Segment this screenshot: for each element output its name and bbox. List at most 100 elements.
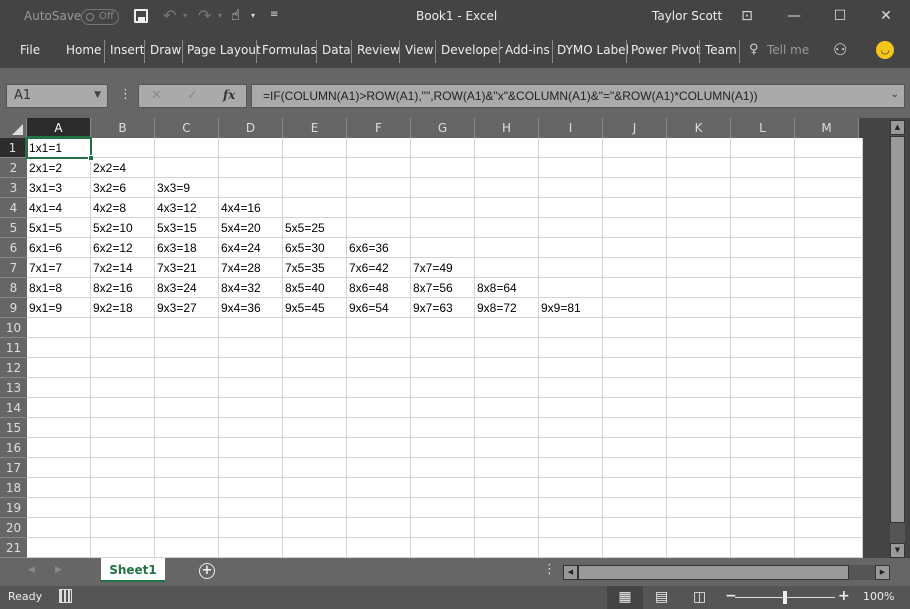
cell-A4[interactable]: 4x1=4 xyxy=(27,198,91,218)
cell-K18[interactable] xyxy=(667,478,731,498)
cell-D3[interactable] xyxy=(219,178,283,198)
cell-L4[interactable] xyxy=(731,198,795,218)
cell-H13[interactable] xyxy=(475,378,539,398)
enter-icon[interactable]: ✓ xyxy=(187,88,198,103)
page-layout-view-icon[interactable]: ▤ xyxy=(655,589,668,605)
cell-G3[interactable] xyxy=(411,178,475,198)
cell-I21[interactable] xyxy=(539,538,603,558)
cell-B11[interactable] xyxy=(91,338,155,358)
cell-C8[interactable]: 8x3=24 xyxy=(155,278,219,298)
cell-C10[interactable] xyxy=(155,318,219,338)
cell-K4[interactable] xyxy=(667,198,731,218)
cell-I10[interactable] xyxy=(539,318,603,338)
cell-K6[interactable] xyxy=(667,238,731,258)
cell-F4[interactable] xyxy=(347,198,411,218)
redo-dropdown-icon[interactable]: ▾ xyxy=(218,11,222,20)
cell-A9[interactable]: 9x1=9 xyxy=(27,298,91,318)
next-sheet-icon[interactable]: ▶ xyxy=(55,565,62,575)
tab-view[interactable]: View xyxy=(405,43,433,57)
cell-J11[interactable] xyxy=(603,338,667,358)
row-header-19[interactable]: 19 xyxy=(0,498,27,518)
cell-A3[interactable]: 3x1=3 xyxy=(27,178,91,198)
cell-A13[interactable] xyxy=(27,378,91,398)
formula-bar-grip-icon[interactable]: ⋮ xyxy=(119,88,132,102)
cell-K14[interactable] xyxy=(667,398,731,418)
cell-G9[interactable]: 9x7=63 xyxy=(411,298,475,318)
expand-formula-bar-icon[interactable]: ⌄ xyxy=(891,89,899,100)
cell-C11[interactable] xyxy=(155,338,219,358)
zoom-slider[interactable] xyxy=(735,591,835,604)
cell-D12[interactable] xyxy=(219,358,283,378)
cell-H3[interactable] xyxy=(475,178,539,198)
column-header-B[interactable]: B xyxy=(91,118,155,138)
cell-E16[interactable] xyxy=(283,438,347,458)
cell-H19[interactable] xyxy=(475,498,539,518)
cell-H14[interactable] xyxy=(475,398,539,418)
zoom-slider-thumb[interactable] xyxy=(783,591,787,604)
cell-I9[interactable]: 9x9=81 xyxy=(539,298,603,318)
cell-C5[interactable]: 5x3=15 xyxy=(155,218,219,238)
cell-D11[interactable] xyxy=(219,338,283,358)
cell-H17[interactable] xyxy=(475,458,539,478)
cell-C19[interactable] xyxy=(155,498,219,518)
row-header-15[interactable]: 15 xyxy=(0,418,27,438)
cell-I6[interactable] xyxy=(539,238,603,258)
cell-F18[interactable] xyxy=(347,478,411,498)
cancel-icon[interactable]: ✕ xyxy=(151,88,162,103)
cell-D4[interactable]: 4x4=16 xyxy=(219,198,283,218)
cell-L14[interactable] xyxy=(731,398,795,418)
autosave-toggle[interactable]: Off xyxy=(81,9,119,25)
cell-F12[interactable] xyxy=(347,358,411,378)
cell-E12[interactable] xyxy=(283,358,347,378)
cell-L18[interactable] xyxy=(731,478,795,498)
row-header-12[interactable]: 12 xyxy=(0,358,27,378)
row-header-21[interactable]: 21 xyxy=(0,538,27,558)
tab-formulas[interactable]: Formulas xyxy=(262,43,317,57)
cell-I19[interactable] xyxy=(539,498,603,518)
cell-M14[interactable] xyxy=(795,398,863,418)
cell-A7[interactable]: 7x1=7 xyxy=(27,258,91,278)
cell-I1[interactable] xyxy=(539,138,603,158)
cell-E5[interactable]: 5x5=25 xyxy=(283,218,347,238)
cell-E20[interactable] xyxy=(283,518,347,538)
cell-C3[interactable]: 3x3=9 xyxy=(155,178,219,198)
cell-K17[interactable] xyxy=(667,458,731,478)
cell-H21[interactable] xyxy=(475,538,539,558)
row-header-6[interactable]: 6 xyxy=(0,238,27,258)
cell-M18[interactable] xyxy=(795,478,863,498)
undo-dropdown-icon[interactable]: ▾ xyxy=(183,11,187,20)
cell-I11[interactable] xyxy=(539,338,603,358)
column-header-E[interactable]: E xyxy=(283,118,347,138)
cell-K15[interactable] xyxy=(667,418,731,438)
cell-M20[interactable] xyxy=(795,518,863,538)
cell-M12[interactable] xyxy=(795,358,863,378)
cell-M21[interactable] xyxy=(795,538,863,558)
column-header-A[interactable]: A xyxy=(27,118,91,138)
cell-C18[interactable] xyxy=(155,478,219,498)
cell-B16[interactable] xyxy=(91,438,155,458)
cell-C20[interactable] xyxy=(155,518,219,538)
cell-B2[interactable]: 2x2=4 xyxy=(91,158,155,178)
insert-function-icon[interactable]: fx xyxy=(223,88,235,102)
prev-sheet-icon[interactable]: ◀ xyxy=(28,565,35,575)
cell-F3[interactable] xyxy=(347,178,411,198)
cell-B7[interactable]: 7x2=14 xyxy=(91,258,155,278)
tab-data[interactable]: Data xyxy=(322,43,351,57)
cell-K2[interactable] xyxy=(667,158,731,178)
cell-H9[interactable]: 9x8=72 xyxy=(475,298,539,318)
cell-M3[interactable] xyxy=(795,178,863,198)
cell-F7[interactable]: 7x6=42 xyxy=(347,258,411,278)
cell-E6[interactable]: 6x5=30 xyxy=(283,238,347,258)
cell-F13[interactable] xyxy=(347,378,411,398)
cell-D2[interactable] xyxy=(219,158,283,178)
cell-C7[interactable]: 7x3=21 xyxy=(155,258,219,278)
cell-E15[interactable] xyxy=(283,418,347,438)
cell-B5[interactable]: 5x2=10 xyxy=(91,218,155,238)
cell-M4[interactable] xyxy=(795,198,863,218)
cell-H18[interactable] xyxy=(475,478,539,498)
cell-A5[interactable]: 5x1=5 xyxy=(27,218,91,238)
cell-G17[interactable] xyxy=(411,458,475,478)
name-box[interactable]: A1 ▼ xyxy=(6,84,108,108)
cell-D13[interactable] xyxy=(219,378,283,398)
cell-I18[interactable] xyxy=(539,478,603,498)
